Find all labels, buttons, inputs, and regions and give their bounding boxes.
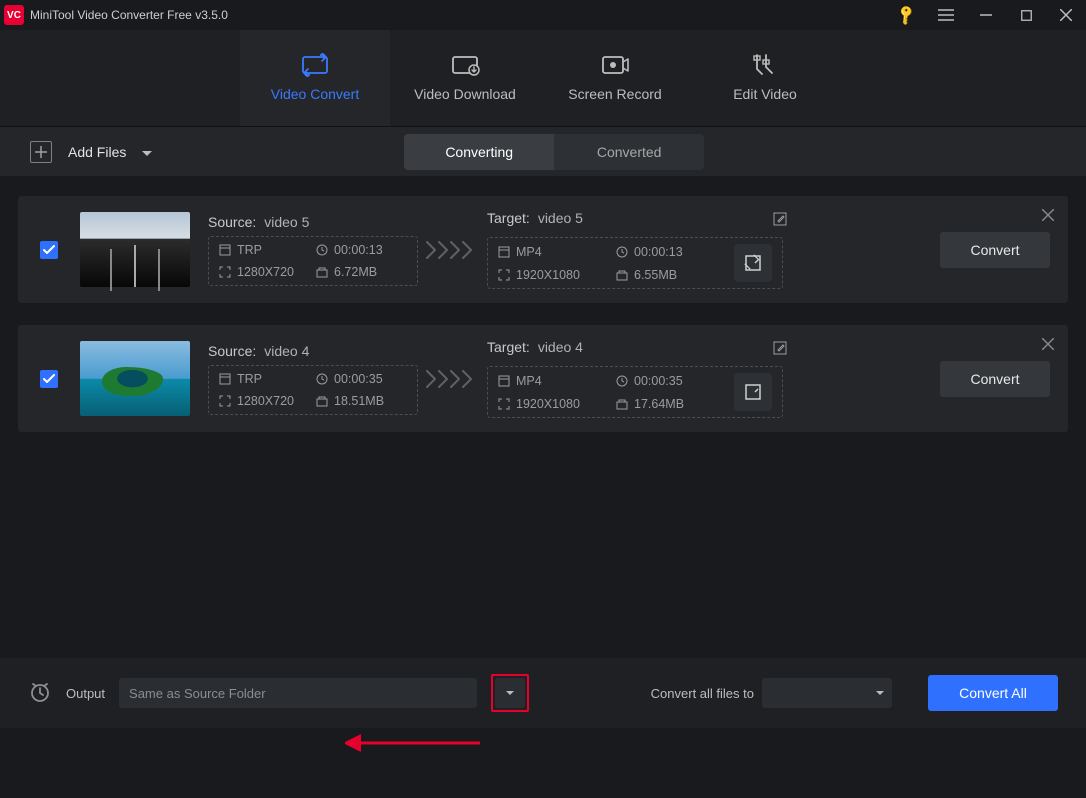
convert-icon — [300, 54, 330, 76]
conversion-item: Source: video 5 TRP 00:00:13 1280X720 6.… — [18, 196, 1068, 303]
nav-tab-screen-record[interactable]: Screen Record — [540, 30, 690, 126]
nav-label: Video Convert — [271, 86, 359, 102]
hamburger-menu-icon[interactable] — [926, 0, 966, 30]
download-icon — [450, 54, 480, 76]
target-info: Target: video 4 MP4 00:00:35 1920X1080 1… — [487, 339, 787, 418]
convert-all-to-label: Convert all files to — [651, 686, 754, 701]
nav-label: Video Download — [414, 86, 516, 102]
output-dropdown-button[interactable] — [495, 678, 525, 708]
tgt-format: MP4 — [516, 245, 542, 259]
target-format-dropdown[interactable] — [762, 678, 892, 708]
main-nav: Video Convert Video Download Screen Reco… — [0, 30, 1086, 126]
edit-name-icon[interactable] — [773, 339, 787, 360]
output-folder-value: Same as Source Folder — [129, 686, 266, 701]
convert-button[interactable]: Convert — [940, 232, 1050, 268]
target-label: Target: — [487, 210, 530, 226]
source-label: Source: — [208, 343, 256, 359]
remove-item-icon[interactable] — [1042, 337, 1054, 355]
minimize-icon[interactable] — [966, 0, 1006, 30]
convert-all-button[interactable]: Convert All — [928, 675, 1058, 711]
tgt-duration: 00:00:35 — [634, 374, 683, 388]
src-duration: 00:00:35 — [334, 372, 383, 386]
target-label: Target: — [487, 339, 530, 355]
nav-label: Edit Video — [733, 86, 797, 102]
target-name: video 4 — [538, 339, 583, 355]
target-name: video 5 — [538, 210, 583, 226]
app-logo-icon: VC — [4, 5, 24, 25]
item-checkbox[interactable] — [40, 370, 58, 388]
src-duration: 00:00:13 — [334, 243, 383, 257]
nav-tab-video-download[interactable]: Video Download — [390, 30, 540, 126]
output-folder-field[interactable]: Same as Source Folder — [119, 678, 477, 708]
schedule-icon[interactable] — [28, 680, 52, 707]
arrow-icon — [425, 241, 475, 259]
tgt-size: 6.55MB — [634, 268, 677, 282]
src-resolution: 1280X720 — [237, 394, 294, 408]
remove-item-icon[interactable] — [1042, 208, 1054, 226]
item-checkbox[interactable] — [40, 241, 58, 259]
source-info: Source: video 4 TRP 00:00:35 1280X720 18… — [208, 343, 413, 415]
tgt-resolution: 1920X1080 — [516, 268, 580, 282]
output-label: Output — [66, 686, 105, 701]
src-format: TRP — [237, 372, 262, 386]
output-settings-button[interactable] — [734, 373, 772, 411]
source-name: video 5 — [264, 214, 309, 230]
arrow-icon — [425, 370, 475, 388]
thumbnail — [80, 341, 190, 416]
record-icon — [600, 54, 630, 76]
nav-tab-video-convert[interactable]: Video Convert — [240, 30, 390, 126]
src-resolution: 1280X720 — [237, 265, 294, 279]
close-icon[interactable] — [1046, 0, 1086, 30]
src-size: 18.51MB — [334, 394, 384, 408]
source-label: Source: — [208, 214, 256, 230]
tab-converted[interactable]: Converted — [554, 134, 704, 170]
status-segment: Converting Converted — [404, 134, 704, 170]
annotation-highlight — [491, 674, 529, 712]
edit-name-icon[interactable] — [773, 210, 787, 231]
source-name: video 4 — [264, 343, 309, 359]
tgt-duration: 00:00:13 — [634, 245, 683, 259]
conversion-list: Source: video 5 TRP 00:00:13 1280X720 6.… — [0, 176, 1086, 452]
thumbnail — [80, 212, 190, 287]
output-settings-button[interactable] — [734, 244, 772, 282]
window-title: MiniTool Video Converter Free v3.5.0 — [30, 8, 228, 22]
nav-label: Screen Record — [568, 86, 661, 102]
bottom-bar: Output Same as Source Folder Convert all… — [0, 658, 1086, 728]
tab-converting[interactable]: Converting — [404, 134, 554, 170]
tgt-format: MP4 — [516, 374, 542, 388]
maximize-icon[interactable] — [1006, 0, 1046, 30]
target-info: Target: video 5 MP4 00:00:13 1920X1080 6… — [487, 210, 787, 289]
edit-icon — [750, 54, 780, 76]
tgt-resolution: 1920X1080 — [516, 397, 580, 411]
toolbar: Add Files Converting Converted — [0, 126, 1086, 176]
source-info: Source: video 5 TRP 00:00:13 1280X720 6.… — [208, 214, 413, 286]
src-size: 6.72MB — [334, 265, 377, 279]
nav-tab-edit-video[interactable]: Edit Video — [690, 30, 840, 126]
src-format: TRP — [237, 243, 262, 257]
titlebar: VC MiniTool Video Converter Free v3.5.0 … — [0, 0, 1086, 30]
convert-button[interactable]: Convert — [940, 361, 1050, 397]
app-window: VC MiniTool Video Converter Free v3.5.0 … — [0, 0, 1086, 798]
conversion-item: Source: video 4 TRP 00:00:35 1280X720 18… — [18, 325, 1068, 432]
tgt-size: 17.64MB — [634, 397, 684, 411]
